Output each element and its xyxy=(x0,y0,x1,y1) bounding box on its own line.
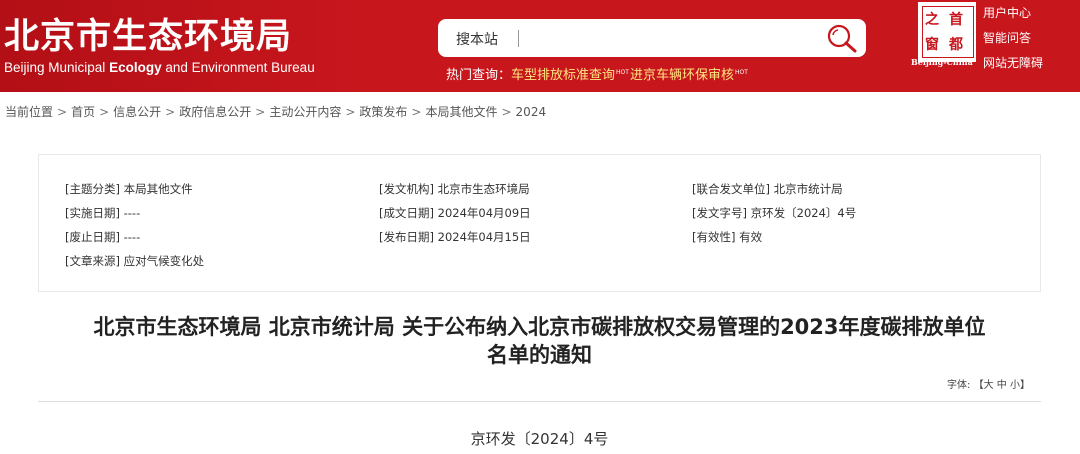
search-button[interactable] xyxy=(824,23,860,53)
meta-validity: [有效性] 有效 xyxy=(692,230,763,244)
magnifier-icon xyxy=(827,24,857,53)
breadcrumb-separator: > xyxy=(99,105,110,119)
font-size-control: 字体: 【大 中 小】 xyxy=(947,376,1030,391)
accessibility-link[interactable]: 网站无障碍 xyxy=(983,51,1043,76)
document-metadata-box: [主题分类] 本局其他文件 [发文机构] 北京市生态环境局 [联合发文单位] 北… xyxy=(38,154,1041,292)
article-title: 北京市生态环境局 北京市统计局 关于公布纳入北京市碳排放权交易管理的2023年度… xyxy=(38,313,1041,369)
article-title-line2: 名单的通知 xyxy=(487,343,592,367)
breadcrumb-separator: > xyxy=(345,105,356,119)
breadcrumb-year[interactable]: 2024 xyxy=(516,105,547,119)
search-scope-label[interactable]: 搜本站 xyxy=(456,29,498,49)
breadcrumb-other-files[interactable]: 本局其他文件 xyxy=(425,105,497,119)
breadcrumb-separator: > xyxy=(57,105,68,119)
site-logo-title[interactable]: 北京市生态环境局 xyxy=(4,8,292,59)
breadcrumb: 当前位置 > 首页 > 信息公开 > 政府信息公开 > 主动公开内容 > 政策发布 > 本局其他文件 >2… xyxy=(5,103,546,120)
badge-char: 都 xyxy=(949,37,963,53)
font-size-small[interactable]: 小 xyxy=(1010,380,1020,391)
site-logo-subtitle: Beijing Municipal Ecology and Environmen… xyxy=(4,60,315,75)
search-divider xyxy=(518,30,519,47)
font-size-bracket-close: 】 xyxy=(1019,380,1030,391)
meta-effective-date: [实施日期] ---- xyxy=(65,206,141,220)
hot-queries-label: 热门查询： xyxy=(446,68,512,83)
font-size-label: 字体: xyxy=(947,380,971,391)
meta-publish-date: [发布日期] 2024年04月15日 xyxy=(379,230,531,244)
breadcrumb-separator: > xyxy=(165,105,176,119)
breadcrumb-gov-info[interactable]: 政府信息公开 xyxy=(179,105,251,119)
font-size-medium[interactable]: 中 xyxy=(997,380,1007,391)
meta-written-date: [成文日期] 2024年04月09日 xyxy=(379,206,531,220)
hot-tag: HOT xyxy=(734,69,748,76)
hot-queries: 热门查询：车型排放标准查询HOT进京车辆环保审核HOT xyxy=(446,64,749,83)
meta-topic: [主题分类] 本局其他文件 xyxy=(65,182,193,196)
hot-link-vehicle-review[interactable]: 进京车辆环保审核 xyxy=(630,68,734,83)
breadcrumb-separator: > xyxy=(411,105,422,119)
font-size-large[interactable]: 大 xyxy=(984,380,994,391)
breadcrumb-home[interactable]: 首页 xyxy=(71,105,95,119)
meta-abolish-date: [废止日期] ---- xyxy=(65,230,141,244)
meta-issuer: [发文机构] 北京市生态环境局 xyxy=(379,182,530,196)
logo-en-part1: Beijing Municipal xyxy=(4,60,106,75)
meta-doc-number: [发文字号] 京环发〔2024〕4号 xyxy=(692,206,857,220)
logo-en-part2: Ecology xyxy=(109,60,162,75)
site-header: 北京市生态环境局 Beijing Municipal Ecology and E… xyxy=(0,0,1080,92)
content-divider xyxy=(38,401,1041,402)
logo-en-part3: and Environment Bureau xyxy=(165,60,315,75)
top-links: 用户中心 智能问答 网站无障碍 xyxy=(983,1,1043,76)
hot-tag: HOT xyxy=(616,69,629,76)
document-number: 京环发〔2024〕4号 xyxy=(470,430,609,448)
breadcrumb-active-content[interactable]: 主动公开内容 xyxy=(269,105,341,119)
hot-link-vehicle-standard[interactable]: 车型排放标准查询 xyxy=(511,68,615,83)
search-box: 搜本站 xyxy=(438,19,866,57)
breadcrumb-separator: > xyxy=(501,105,512,119)
breadcrumb-policy[interactable]: 政策发布 xyxy=(359,105,407,119)
badge-caption: Beijing-China xyxy=(911,57,973,67)
badge-char: 之 xyxy=(925,12,939,28)
user-center-link[interactable]: 用户中心 xyxy=(983,1,1043,26)
badge-char: 窗 xyxy=(925,37,939,53)
article-title-line1: 北京市生态环境局 北京市统计局 关于公布纳入北京市碳排放权交易管理的2023年度… xyxy=(93,315,986,339)
capital-window-badge[interactable]: 之 首 窗 都 xyxy=(918,2,976,62)
font-size-bracket-open: 【 xyxy=(973,380,984,391)
meta-joint-issuer: [联合发文单位] 北京市统计局 xyxy=(692,182,843,196)
breadcrumb-separator: > xyxy=(255,105,266,119)
breadcrumb-info-public[interactable]: 信息公开 xyxy=(113,105,161,119)
smart-qa-link[interactable]: 智能问答 xyxy=(983,26,1043,51)
badge-char: 首 xyxy=(949,12,963,28)
breadcrumb-label: 当前位置 xyxy=(5,105,54,119)
search-input[interactable] xyxy=(528,25,822,51)
meta-source: [文章来源] 应对气候变化处 xyxy=(65,254,205,268)
